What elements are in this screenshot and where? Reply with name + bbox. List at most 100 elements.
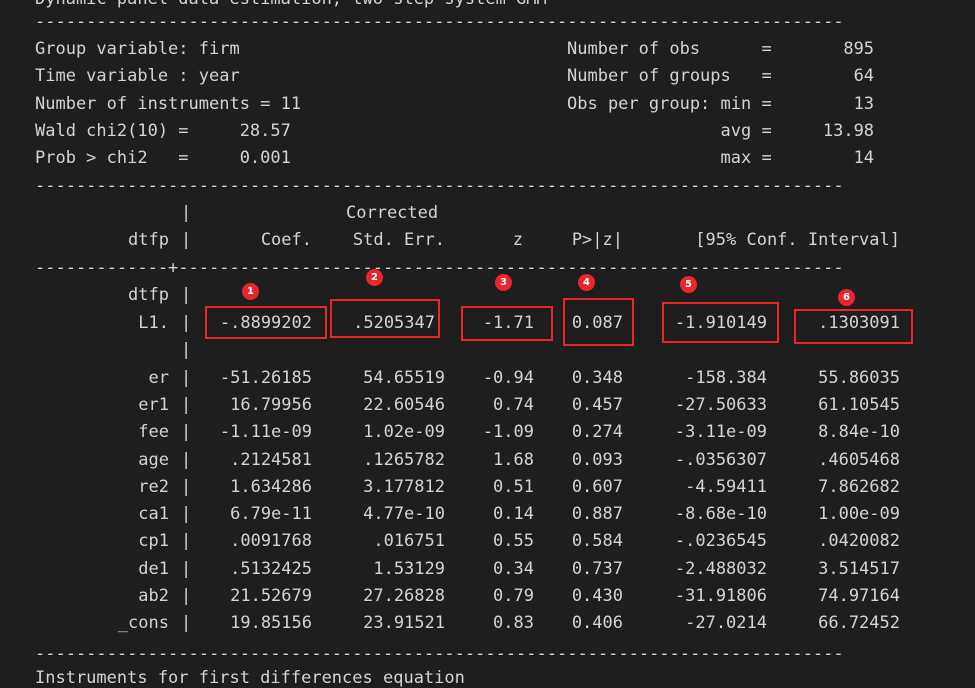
highlight-box-coef — [205, 306, 327, 339]
row-pvalue: 0.737 — [571, 559, 623, 579]
column-pipe: | — [181, 586, 192, 606]
ci-header: [95% Conf. Interval] — [695, 230, 900, 250]
row-var: ab2 — [138, 586, 169, 606]
row-pvalue: 0.274 — [571, 422, 623, 442]
row-coef: -51.26185 — [219, 368, 312, 388]
row-z: 0.51 — [493, 477, 534, 497]
row-z: 0.79 — [493, 586, 534, 606]
pvalue-header: P>|z| — [571, 230, 623, 250]
highlight-box-z — [461, 306, 553, 341]
row-coef: 21.52679 — [230, 586, 312, 606]
row-z: 1.68 — [493, 450, 534, 470]
row-pvalue: 0.457 — [571, 395, 623, 415]
row-var: ca1 — [138, 504, 169, 524]
header-right-3: Obs per group: min = 13 — [567, 94, 875, 114]
output-title: Dynamic panel-data estimation, two-step … — [35, 0, 547, 9]
header-left-3: Number of instruments = 11 — [35, 94, 302, 114]
column-pipe: | — [181, 477, 192, 497]
row-var: fee — [138, 422, 169, 442]
z-header: z — [512, 230, 523, 250]
header-right-1: Number of obs = 895 — [567, 39, 875, 59]
lag-group-var: dtfp — [128, 285, 169, 305]
row-ci-low: -2.488032 — [674, 559, 767, 579]
row-ci-low: -27.0214 — [685, 613, 767, 633]
row-coef: 1.634286 — [230, 477, 312, 497]
row-ci-high: .4605468 — [818, 450, 900, 470]
highlight-box-ci-low — [662, 302, 779, 343]
header-left-5: Prob > chi2 = 0.001 — [35, 148, 291, 168]
header-left-4: Wald chi2(10) = 28.57 — [35, 121, 291, 141]
column-pipe: | — [181, 422, 192, 442]
column-pipe: | — [181, 559, 192, 579]
column-pipe: | — [181, 340, 192, 360]
stderr-header: Std. Err. — [352, 230, 445, 250]
row-coef: .5132425 — [230, 559, 312, 579]
row-pvalue: 0.430 — [571, 586, 623, 606]
row-stderr: 4.77e-10 — [363, 504, 445, 524]
instruments-note: Instruments for first differences equati… — [35, 668, 465, 688]
row-pvalue: 0.584 — [571, 531, 623, 551]
row-stderr: 54.65519 — [363, 368, 445, 388]
row-ci-high: .0420082 — [818, 531, 900, 551]
row-ci-low: -4.59411 — [685, 477, 767, 497]
row-var: cp1 — [138, 531, 169, 551]
dash-separator: ----------------------------------------… — [35, 12, 844, 32]
annotation-badge-4: 4 — [578, 274, 595, 291]
row-ci-low: -31.91806 — [674, 586, 767, 606]
dash-separator: ----------------------------------------… — [35, 176, 844, 196]
row-pvalue: 0.406 — [571, 613, 623, 633]
row-var: de1 — [138, 559, 169, 579]
row-pvalue: 0.093 — [571, 450, 623, 470]
highlight-box-stderr — [330, 299, 440, 338]
l1-var: L1. — [138, 313, 169, 333]
header-right-4: avg = 13.98 — [567, 121, 875, 141]
row-var: _cons — [117, 613, 169, 633]
row-var: age — [138, 450, 169, 470]
row-stderr: 3.177812 — [363, 477, 445, 497]
row-var: re2 — [138, 477, 169, 497]
column-pipe: | — [181, 504, 192, 524]
row-stderr: .016751 — [373, 531, 445, 551]
row-z: 0.74 — [493, 395, 534, 415]
row-stderr: 1.53129 — [373, 559, 445, 579]
dash-separator: ----------------------------------------… — [35, 644, 844, 664]
row-stderr: 22.60546 — [363, 395, 445, 415]
column-pipe: | — [181, 613, 192, 633]
row-z: -1.09 — [482, 422, 534, 442]
row-ci-low: -.0236545 — [674, 531, 767, 551]
header-right-2: Number of groups = 64 — [567, 66, 875, 86]
row-coef: .0091768 — [230, 531, 312, 551]
row-stderr: 27.26828 — [363, 586, 445, 606]
row-ci-high: 74.97164 — [818, 586, 900, 606]
column-pipe: | — [181, 531, 192, 551]
row-pvalue: 0.348 — [571, 368, 623, 388]
column-pipe: | — [181, 313, 192, 333]
highlight-box-ci-high — [794, 309, 913, 344]
annotation-badge-3: 3 — [495, 274, 512, 291]
row-coef: .2124581 — [230, 450, 312, 470]
header-right-5: max = 14 — [567, 148, 875, 168]
row-ci-low: -.0356307 — [674, 450, 767, 470]
row-ci-high: 66.72452 — [818, 613, 900, 633]
corrected-label: Corrected — [346, 203, 439, 223]
annotation-badge-5: 5 — [680, 276, 697, 293]
row-z: -0.94 — [482, 368, 534, 388]
row-ci-high: 55.86035 — [818, 368, 900, 388]
row-stderr: 23.91521 — [363, 613, 445, 633]
row-coef: -1.11e-09 — [219, 422, 312, 442]
header-left-2: Time variable : year — [35, 66, 240, 86]
highlight-box-pvalue — [563, 298, 634, 346]
row-ci-high: 3.514517 — [818, 559, 900, 579]
row-pvalue: 0.887 — [571, 504, 623, 524]
annotation-badge-1: 1 — [242, 283, 259, 300]
row-ci-low: -3.11e-09 — [674, 422, 767, 442]
column-pipe: | — [181, 450, 192, 470]
row-ci-high: 7.862682 — [818, 477, 900, 497]
row-stderr: .1265782 — [363, 450, 445, 470]
depvar-header: dtfp — [128, 230, 169, 250]
row-z: 0.14 — [493, 504, 534, 524]
row-z: 0.55 — [493, 531, 534, 551]
row-coef: 19.85156 — [230, 613, 312, 633]
table-separator: -------------+--------------------------… — [35, 258, 844, 278]
row-ci-high: 1.00e-09 — [818, 504, 900, 524]
